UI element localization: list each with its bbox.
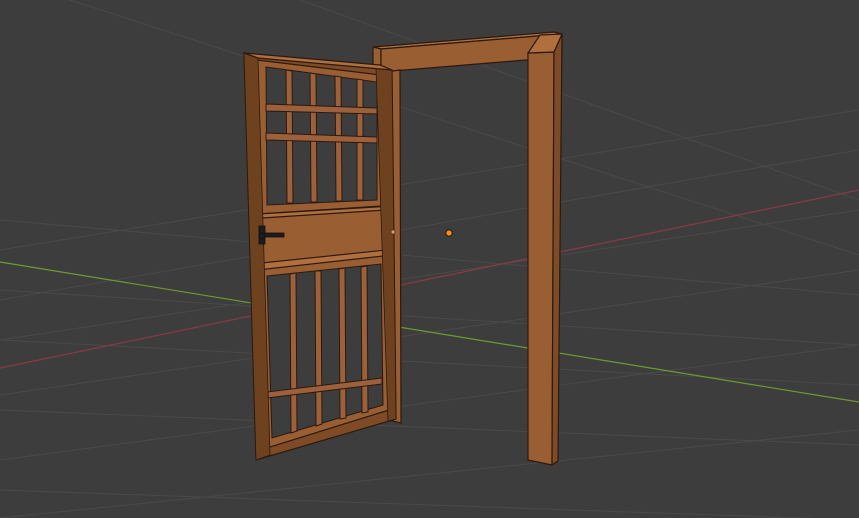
floor-grid bbox=[0, 0, 859, 518]
object-origin[interactable] bbox=[445, 229, 453, 237]
hinge-marker bbox=[390, 229, 396, 235]
door-leaf[interactable] bbox=[243, 52, 397, 461]
3d-viewport[interactable] bbox=[0, 0, 859, 518]
y-axis-line bbox=[0, 261, 859, 403]
door-frame[interactable] bbox=[372, 31, 563, 467]
x-axis-line bbox=[0, 189, 859, 369]
viewport-scene[interactable] bbox=[0, 0, 859, 518]
